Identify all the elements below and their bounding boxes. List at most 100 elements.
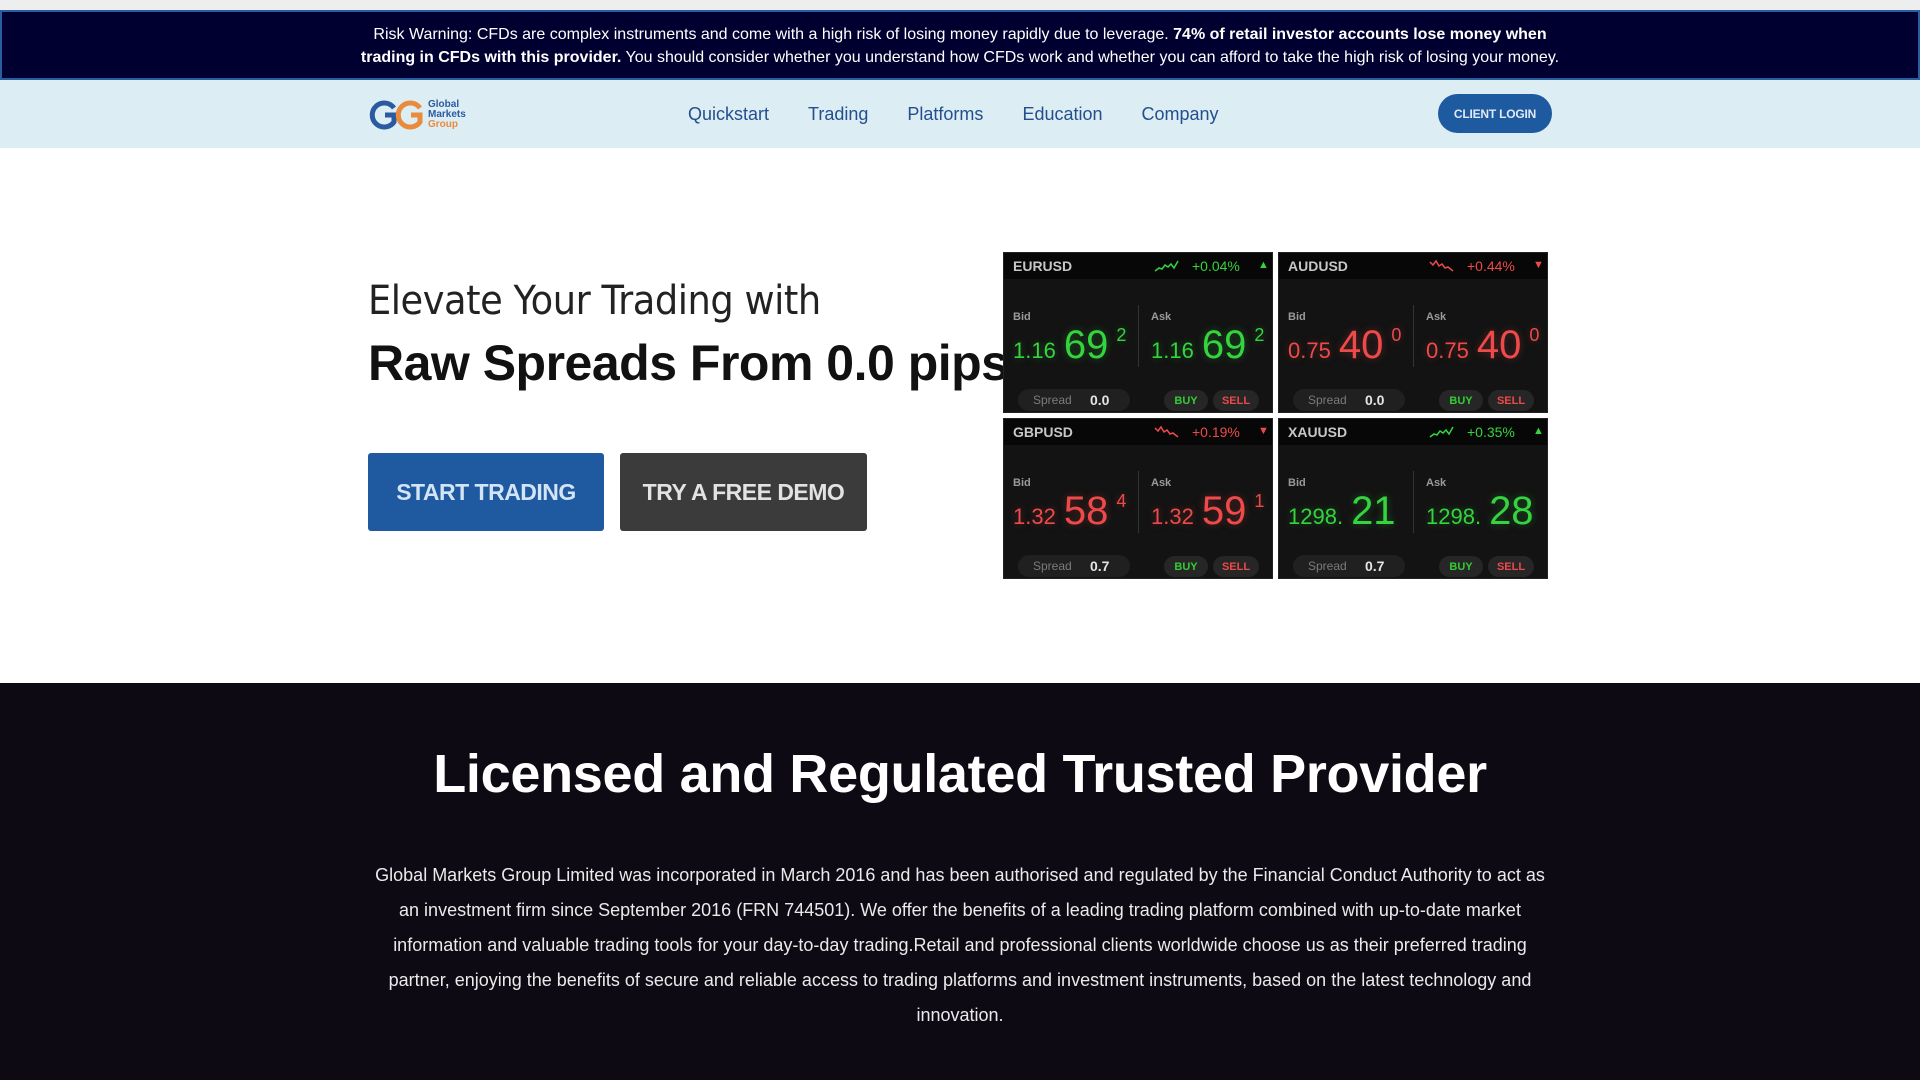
quote-card-audusd: AUDUSD +0.44% ▼ Bid Ask 0.75 40 0 0.75 40 0 … — [1278, 252, 1548, 413]
ask-price-fraction: 1 — [1254, 491, 1265, 511]
symbol-label: GBPUSD — [1013, 424, 1073, 440]
price-divider — [1413, 471, 1414, 533]
change-percent: +0.44% — [1467, 258, 1515, 274]
hero-title: Raw Spreads From 0.0 pips — [368, 335, 1009, 391]
ask-price-prefix: 1298. — [1426, 504, 1482, 529]
logo[interactable]: Global Markets Group — [368, 98, 478, 132]
spread-pill: Spread 0.0 — [1293, 389, 1405, 411]
quote-card-header: AUDUSD +0.44% ▼ — [1279, 253, 1547, 279]
spread-label: Spread — [1308, 559, 1347, 573]
spread-label: Spread — [1033, 559, 1072, 573]
nav-links: Quickstart Trading Platforms Education C… — [688, 80, 1258, 148]
bid-price-prefix: 1.16 — [1013, 338, 1056, 363]
spread-label: Spread — [1033, 393, 1072, 407]
bid-price-fraction: 2 — [1116, 325, 1127, 345]
bid-price[interactable]: 1.16 69 2 — [1013, 323, 1126, 368]
bid-price[interactable]: 1298. 21 — [1288, 489, 1396, 534]
sparkline-icon — [1429, 259, 1454, 272]
ask-price[interactable]: 1298. 28 — [1426, 489, 1534, 534]
sell-button[interactable]: SELL — [1488, 556, 1534, 577]
bid-price[interactable]: 1.32 58 4 — [1013, 489, 1126, 534]
ask-price-pips: 28 — [1489, 489, 1534, 533]
buy-button[interactable]: BUY — [1164, 556, 1208, 577]
quote-card-xauusd: XAUUSD +0.35% ▲ Bid Ask 1298. 21 1298. 28 … — [1278, 418, 1548, 579]
sparkline-icon — [1429, 426, 1454, 438]
bid-price-pips: 21 — [1351, 489, 1396, 533]
sell-button[interactable]: SELL — [1488, 390, 1534, 411]
spread-value: 0.0 — [1365, 392, 1385, 408]
quote-card-eurusd: EURUSD +0.04% ▲ Bid Ask 1.16 69 2 1.16 69 2 … — [1003, 252, 1273, 413]
ask-label: Ask — [1426, 477, 1447, 489]
logo-wordmark: Global Markets Group — [428, 100, 466, 130]
ask-price-prefix: 1.32 — [1151, 504, 1194, 529]
hero-subtitle: Elevate Your Trading with — [368, 278, 821, 324]
spread-value: 0.7 — [1365, 558, 1385, 574]
ask-price-fraction: 2 — [1254, 325, 1265, 345]
ask-label: Ask — [1151, 477, 1172, 489]
bid-price[interactable]: 0.75 40 0 — [1288, 323, 1401, 368]
price-divider — [1138, 471, 1139, 533]
quote-card-header: EURUSD +0.04% ▲ — [1004, 253, 1272, 279]
price-divider — [1138, 305, 1139, 367]
quote-card-header: GBPUSD +0.19% ▼ — [1004, 419, 1272, 445]
bid-label: Bid — [1013, 311, 1031, 323]
arrow-up-icon: ▲ — [1533, 425, 1544, 437]
regulation-section: Licensed and Regulated Trusted Provider … — [0, 683, 1920, 1080]
bid-price-prefix: 1.32 — [1013, 504, 1056, 529]
start-trading-button[interactable]: START TRADING — [368, 453, 604, 531]
buy-button[interactable]: BUY — [1439, 556, 1483, 577]
nav-link-trading[interactable]: Trading — [808, 104, 868, 125]
spread-label: Spread — [1308, 393, 1347, 407]
risk-warning-banner: Risk Warning: CFDs are complex instrumen… — [0, 10, 1920, 80]
spread-pill: Spread 0.0 — [1018, 389, 1130, 411]
bid-price-prefix: 1298. — [1288, 504, 1344, 529]
client-login-button[interactable]: CLIENT LOGIN — [1438, 94, 1552, 133]
quote-card-header: XAUUSD +0.35% ▲ — [1279, 419, 1547, 445]
bid-price-fraction: 0 — [1391, 325, 1402, 345]
sell-button[interactable]: SELL — [1213, 390, 1259, 411]
nav-link-quickstart[interactable]: Quickstart — [688, 104, 769, 125]
regulation-body: Global Markets Group Limited was incorpo… — [375, 865, 1545, 1025]
arrow-up-icon: ▲ — [1258, 259, 1269, 271]
bid-price-pips: 69 — [1063, 323, 1109, 367]
nav-link-education[interactable]: Education — [1022, 104, 1102, 125]
gg-logo-icon — [369, 100, 423, 130]
change-percent: +0.19% — [1192, 424, 1240, 440]
ask-price-prefix: 1.16 — [1151, 338, 1194, 363]
browser-top-strip — [0, 0, 1920, 10]
bid-price-pips: 58 — [1063, 489, 1109, 533]
spread-pill: Spread 0.7 — [1293, 555, 1405, 577]
ask-price[interactable]: 1.32 59 1 — [1151, 489, 1264, 534]
ask-price-pips: 59 — [1201, 489, 1247, 533]
sparkline-icon — [1154, 425, 1179, 438]
risk-warning-text-end: You should consider whether you understa… — [625, 49, 1560, 66]
symbol-label: AUDUSD — [1288, 258, 1348, 274]
regulation-heading: Licensed and Regulated Trusted Provider — [433, 744, 1487, 804]
symbol-label: XAUUSD — [1288, 424, 1348, 440]
bid-label: Bid — [1013, 477, 1031, 489]
ask-price[interactable]: 1.16 69 2 — [1151, 323, 1264, 368]
buy-button[interactable]: BUY — [1164, 390, 1208, 411]
bid-price-pips: 40 — [1338, 323, 1384, 367]
arrow-down-icon: ▼ — [1533, 259, 1544, 271]
spread-value: 0.0 — [1090, 392, 1110, 408]
ask-label: Ask — [1151, 311, 1172, 323]
ask-price-prefix: 0.75 — [1426, 338, 1469, 363]
logo-line-3: Group — [428, 119, 458, 130]
quote-cards: EURUSD +0.04% ▲ Bid Ask 1.16 69 2 1.16 69 2 … — [1003, 252, 1553, 580]
spread-value: 0.7 — [1090, 558, 1110, 574]
change-percent: +0.35% — [1467, 424, 1515, 440]
nav-link-company[interactable]: Company — [1142, 104, 1219, 125]
ask-price[interactable]: 0.75 40 0 — [1426, 323, 1539, 368]
free-demo-button[interactable]: TRY A FREE DEMO — [620, 453, 867, 531]
symbol-label: EURUSD — [1013, 258, 1073, 274]
bid-label: Bid — [1288, 477, 1306, 489]
price-divider — [1413, 305, 1414, 367]
spread-pill: Spread 0.7 — [1018, 555, 1130, 577]
buy-button[interactable]: BUY — [1439, 390, 1483, 411]
change-percent: +0.04% — [1192, 258, 1240, 274]
ask-price-pips: 40 — [1476, 323, 1522, 367]
sell-button[interactable]: SELL — [1213, 556, 1259, 577]
sparkline-icon — [1154, 260, 1179, 272]
nav-link-platforms[interactable]: Platforms — [907, 104, 983, 125]
